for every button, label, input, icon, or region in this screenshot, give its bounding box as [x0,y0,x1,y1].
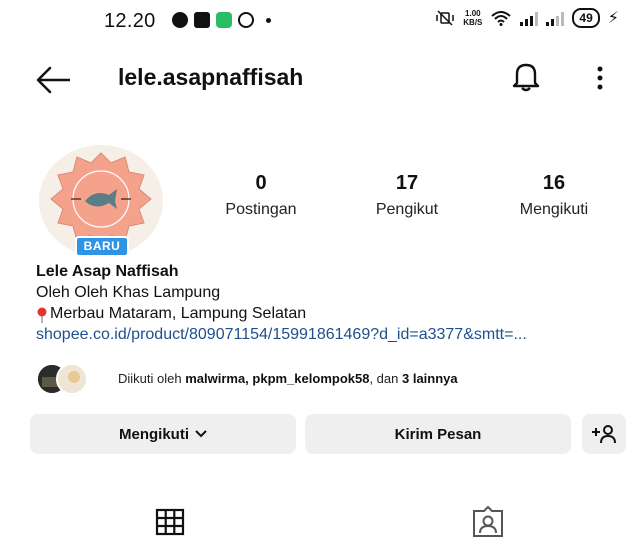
stat-posts[interactable]: 0 Postingan [218,172,304,219]
location-text: Merbau Mataram, Lampung Selatan [50,305,307,322]
wifi-icon [491,11,512,26]
profile-bio: Lele Asap Naffisah Oleh Oleh Khas Lampun… [36,262,636,346]
message-button-label: Kirim Pesan [394,425,482,443]
mutual-avatar-2 [56,363,88,395]
stat-following-label: Mengikuti [519,201,589,218]
profile-link[interactable]: shopee.co.id/product/809071154/159918614… [36,324,636,346]
add-user-button[interactable] [582,414,626,454]
signal-icon-1 [520,10,539,26]
grid-icon[interactable] [155,508,185,536]
profile-header: lele.asapnaffisah [0,58,637,102]
stat-following-value: 16 [542,172,566,194]
add-person-icon [592,425,616,444]
message-button[interactable]: Kirim Pesan [305,414,571,454]
display-name: Lele Asap Naffisah [36,263,179,280]
notification-icons [172,12,271,28]
more-notifications-dot [266,17,271,23]
status-time: 12.20 [104,10,156,32]
more-vertical-icon[interactable] [592,64,608,92]
following-button[interactable]: Mengikuti [30,414,296,454]
net-speed: 1.00 KB/S [463,9,482,27]
net-speed-value: 1.00 [465,9,481,18]
profile-avatar[interactable]: BARU [39,145,163,269]
mutual-followers-text: Diikuti oleh malwirma, pkpm_kelompok58, … [118,371,458,386]
stat-followers[interactable]: 17 Pengikut [366,172,448,219]
profile-username: lele.asapnaffisah [118,64,304,90]
bio-text: Oleh Oleh Khas Lampung [36,284,221,301]
followed-prefix: Diikuti oleh [118,371,186,386]
mute-vibrate-icon [436,10,455,26]
followed-others: 3 lainnya [401,371,458,386]
net-speed-unit: KB/S [463,18,483,27]
app-notification-icon [216,12,232,28]
stat-posts-value: 0 [255,172,267,194]
charging-icon: ⚡︎ [607,10,619,27]
followed-users: malwirma, pkpm_kelompok58 [185,371,370,386]
shop-bag-icon [194,12,210,28]
back-arrow-icon[interactable] [36,66,72,94]
new-badge: BARU [75,236,129,257]
signal-icon-2 [546,10,565,26]
bell-icon[interactable] [512,60,540,92]
stat-followers-label: Pengikut [375,201,439,218]
stat-posts-label: Postingan [225,201,297,218]
spotify-icon [172,12,188,28]
bio-location: Merbau Mataram, Lampung Selatan [36,303,636,324]
battery-indicator: 49 [572,8,600,28]
chevron-down-icon [195,430,207,438]
stat-following[interactable]: 16 Mengikuti [511,172,597,219]
whatsapp-icon [238,12,254,28]
status-bar: 12.20 1.00 KB/S 49 ⚡︎ [0,0,637,44]
following-button-label: Mengikuti [119,425,189,443]
location-pin-icon [37,307,47,323]
tagged-icon[interactable] [471,505,505,539]
stat-followers-value: 17 [395,172,419,194]
followed-middle: , dan [369,371,402,386]
mutual-followers[interactable]: Diikuti oleh malwirma, pkpm_kelompok58, … [36,362,626,396]
system-indicators: 1.00 KB/S 49 ⚡︎ [435,8,619,28]
